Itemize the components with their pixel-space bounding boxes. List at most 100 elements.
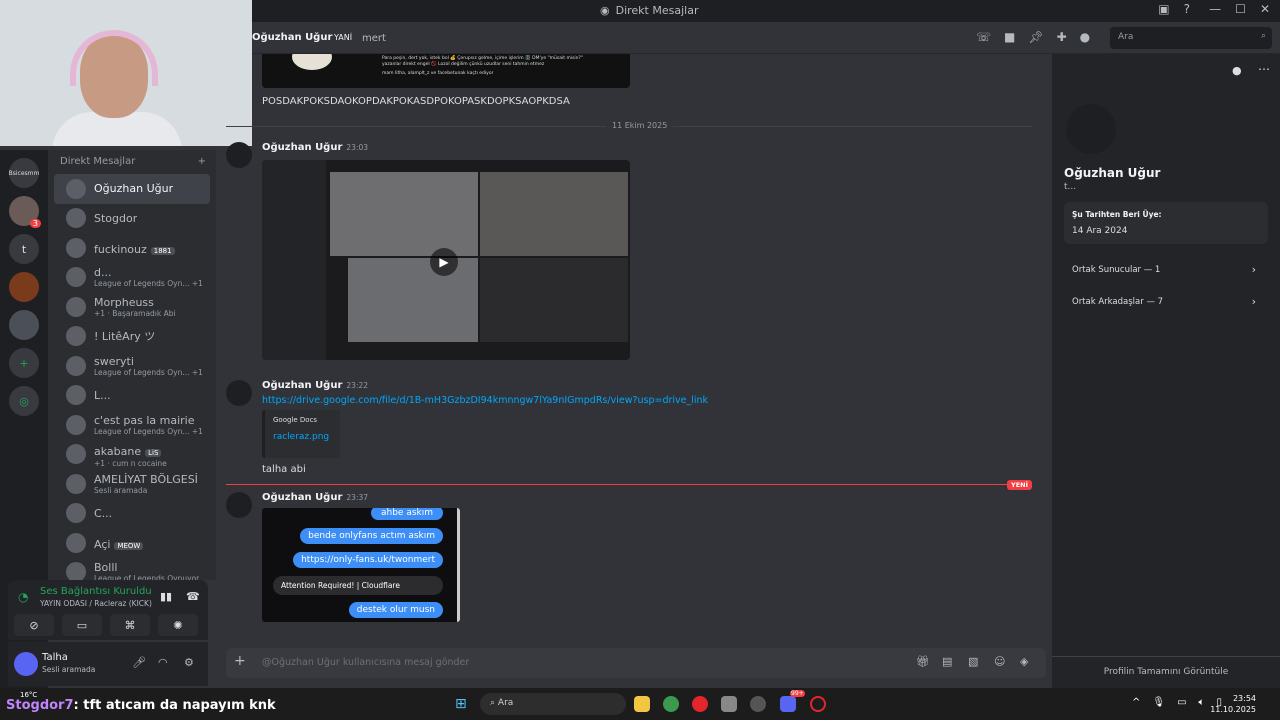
view-full-profile-link[interactable]: Profilin Tamamını Görüntüle bbox=[1052, 656, 1280, 677]
mutual-friends-row[interactable]: Ortak Arkadaşlar — 7 › bbox=[1064, 288, 1268, 316]
avatar[interactable] bbox=[226, 380, 252, 406]
server-icon-1[interactable]: 3 bbox=[9, 196, 41, 228]
pin-icon[interactable]: 📌︎ bbox=[1028, 30, 1043, 44]
dm-item[interactable]: Bolll League of Legends Oynuyor bbox=[54, 558, 210, 580]
network-icon[interactable]: ▭ bbox=[1177, 697, 1186, 708]
server-icon-3[interactable] bbox=[9, 310, 39, 340]
help-icon[interactable]: ? bbox=[1184, 2, 1190, 16]
message-author[interactable]: Oğuzhan Uğur 23:22 bbox=[262, 380, 368, 391]
voice-channel[interactable]: YAYIN ODASI / Racleraz (KICK) bbox=[40, 599, 152, 608]
chrome-icon[interactable] bbox=[663, 696, 679, 712]
soundboard-button[interactable]: ✺ bbox=[158, 614, 198, 636]
explore-icon[interactable]: ◎ bbox=[9, 386, 39, 416]
voice-call-icon[interactable]: ☏ bbox=[976, 30, 991, 44]
chevron-up-icon[interactable]: ^ bbox=[1132, 697, 1140, 708]
dm-item[interactable]: Oğuzhan Uğur bbox=[54, 174, 210, 204]
new-messages-divider: YENİ bbox=[226, 480, 1032, 490]
dm-item-name: ! LitêAry ツ bbox=[94, 330, 156, 344]
video-call-icon[interactable]: ■ bbox=[1004, 30, 1015, 44]
add-friends-icon[interactable]: ✚ bbox=[1057, 30, 1067, 44]
dm-item[interactable]: Stogdor bbox=[54, 204, 210, 234]
avatar[interactable] bbox=[226, 142, 252, 168]
avatar bbox=[66, 237, 86, 258]
app-icon[interactable] bbox=[721, 696, 737, 712]
screen-share-button[interactable]: ▭ bbox=[62, 614, 102, 636]
header-user-name[interactable]: Oğuzhan Uğur bbox=[252, 32, 332, 43]
headphones-icon[interactable]: ◠ bbox=[158, 656, 168, 669]
opera-icon[interactable] bbox=[692, 696, 708, 712]
inbox-icon[interactable]: ▣ bbox=[1158, 2, 1169, 16]
dm-item-text: Açi MEOW bbox=[94, 533, 144, 552]
play-icon[interactable]: ▶ bbox=[430, 248, 458, 276]
profile-avatar[interactable] bbox=[1066, 104, 1116, 154]
message-author[interactable]: Oğuzhan Uğur 23:03 bbox=[262, 142, 368, 153]
dm-item[interactable]: AMELİYAT BÖLGESİ Sesli aramada bbox=[54, 469, 210, 499]
avatar[interactable] bbox=[14, 652, 38, 676]
clock[interactable]: 23:54 11.10.2025 bbox=[1210, 693, 1256, 715]
friend-icon[interactable]: ● bbox=[1232, 64, 1242, 77]
maximize-button[interactable]: ☐ bbox=[1235, 2, 1246, 16]
minimize-button[interactable]: — bbox=[1209, 2, 1221, 16]
discord-taskbar-icon[interactable]: 99+ bbox=[780, 690, 805, 712]
close-button[interactable]: ✕ bbox=[1260, 2, 1270, 16]
dm-item[interactable]: sweryti League of Legends Oyn... +1 bbox=[54, 351, 210, 381]
file-explorer-icon[interactable] bbox=[634, 696, 650, 712]
sticker-icon[interactable]: ▧ bbox=[968, 655, 978, 668]
opera-gx-icon[interactable] bbox=[810, 696, 826, 712]
gift-icon[interactable]: 🎁︎ bbox=[916, 655, 930, 668]
more-icon[interactable]: ⋯ bbox=[1258, 62, 1270, 76]
window-title: ◉ Direkt Mesajlar bbox=[600, 4, 699, 17]
message-author[interactable]: Oğuzhan Uğur 23:37 bbox=[262, 492, 368, 503]
activity-button[interactable]: ⌘ bbox=[110, 614, 150, 636]
attach-plus-icon[interactable]: + bbox=[234, 653, 246, 669]
user-profile-icon[interactable]: ● bbox=[1080, 30, 1090, 44]
volume-icon[interactable]: 🔈︎ bbox=[1199, 697, 1205, 708]
noise-suppression-icon[interactable]: ▮▮ bbox=[160, 590, 172, 603]
create-dm-button[interactable]: + bbox=[198, 156, 206, 174]
microphone-icon[interactable]: 🎙︎ bbox=[1152, 697, 1165, 708]
link-embed[interactable]: Google Docs racleraz.png bbox=[262, 410, 340, 458]
steam-icon[interactable] bbox=[750, 696, 766, 712]
dm-item[interactable]: fuckinouz 1881 bbox=[54, 233, 210, 263]
server-icon-home[interactable]: Bsicesmm bbox=[9, 158, 39, 188]
windows-start-icon[interactable]: ⊞ bbox=[455, 696, 467, 712]
settings-gear-icon[interactable]: ⚙ bbox=[184, 656, 194, 669]
search-input[interactable]: Ara ⌕ bbox=[1110, 27, 1272, 49]
dm-item[interactable]: d... League of Legends Oyn... +1 bbox=[54, 263, 210, 293]
dm-item[interactable]: L... bbox=[54, 381, 210, 411]
apps-icon[interactable]: ◈ bbox=[1020, 655, 1028, 668]
dm-item[interactable]: C... bbox=[54, 499, 210, 529]
taskbar-search[interactable]: ⌕ Ara bbox=[480, 693, 626, 715]
chat-bubble: destek olur musn bbox=[348, 602, 443, 618]
drive-link[interactable]: https://drive.google.com/file/d/1B-mH3Gz… bbox=[262, 395, 708, 406]
dm-item[interactable]: Morpheuss +1 · Başaramadık Abi bbox=[54, 292, 210, 322]
disconnect-icon[interactable]: ☎ bbox=[186, 590, 200, 603]
video-attachment[interactable]: ▶ bbox=[262, 160, 630, 360]
video-tile-4 bbox=[480, 258, 628, 342]
server-icon-2[interactable] bbox=[9, 272, 39, 302]
microphone-icon[interactable]: 🎤︎ bbox=[132, 656, 146, 669]
gif-icon[interactable]: ▤ bbox=[942, 655, 952, 668]
avatar[interactable] bbox=[226, 492, 252, 518]
avatar bbox=[66, 296, 86, 317]
message-input[interactable]: + @Oğuzhan Uğur kullanıcısına mesaj gönd… bbox=[226, 648, 1046, 678]
add-server-icon[interactable]: + bbox=[9, 348, 39, 378]
voice-status[interactable]: Ses Bağlantısı Kuruldu bbox=[40, 586, 152, 597]
dm-item-text: Morpheuss +1 · Başaramadık Abi bbox=[94, 296, 176, 318]
avatar bbox=[66, 326, 86, 347]
camera-off-button[interactable]: ⊘ bbox=[14, 614, 54, 636]
dm-item[interactable]: akabane LiS +1 · cum n cocaine bbox=[54, 440, 210, 470]
mutual-servers-row[interactable]: Ortak Sunucular — 1 › bbox=[1064, 256, 1268, 284]
dm-item-text: fuckinouz 1881 bbox=[94, 238, 175, 257]
emoji-icon[interactable]: ☺ bbox=[994, 655, 1005, 668]
avatar bbox=[66, 267, 86, 288]
member-since-card: Şu Tarihten Beri Üye: 14 Ara 2024 bbox=[1064, 202, 1268, 244]
dm-item-name: Açi bbox=[94, 538, 111, 552]
dm-item[interactable]: Açi MEOW bbox=[54, 528, 210, 558]
dm-item[interactable]: ! LitêAry ツ bbox=[54, 322, 210, 352]
dm-item[interactable]: c'est pas la mairie League of Legends Oyn… bbox=[54, 410, 210, 440]
user-name: Talha bbox=[42, 652, 68, 663]
screenshot-attachment[interactable]: ahbe askım bende onlyfans actım askım ht… bbox=[262, 508, 460, 622]
server-icon-t[interactable]: t bbox=[9, 234, 39, 264]
previous-embed-image[interactable]: Para peşin, dert yok, istek bol 💰 Çerups… bbox=[262, 54, 630, 88]
